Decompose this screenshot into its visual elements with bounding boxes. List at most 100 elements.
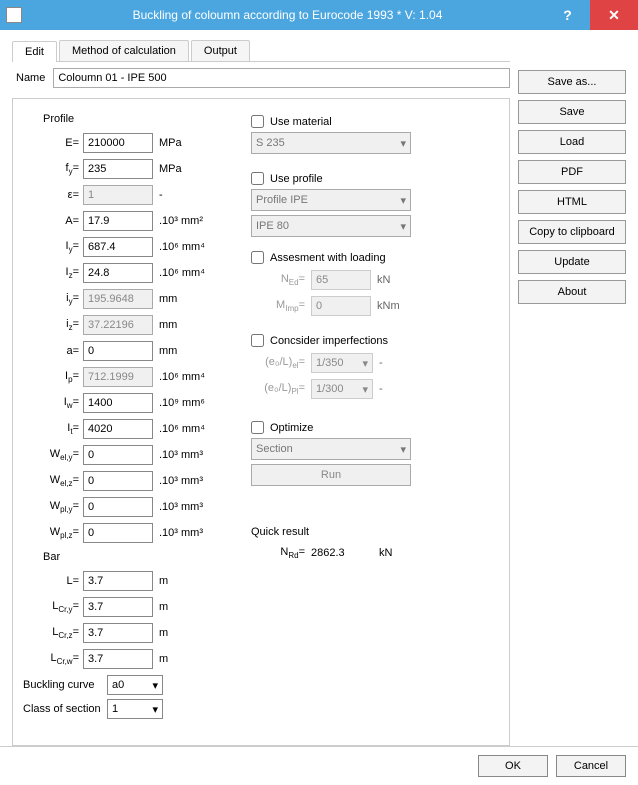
fld-Wplz[interactable] <box>83 523 153 543</box>
unit-Iy: .10⁶ mm⁴ <box>153 241 205 253</box>
unit-Welz: .10³ mm³ <box>153 475 203 487</box>
chk-assessment[interactable] <box>251 251 264 264</box>
unit-Iz: .10⁶ mm⁴ <box>153 267 205 279</box>
about-button[interactable]: About <box>518 280 626 304</box>
lbl-Lcrz: LCr,z= <box>23 626 83 640</box>
lbl-buckling-curve: Buckling curve <box>23 679 107 691</box>
lbl-iy: iy= <box>23 292 83 306</box>
name-label: Name <box>16 72 45 84</box>
chevron-down-icon: ▾ <box>362 357 368 370</box>
close-button[interactable]: ✕ <box>590 0 638 30</box>
fld-Wply[interactable] <box>83 497 153 517</box>
lbl-imperfections: Concsider imperfections <box>270 335 388 347</box>
fld-A[interactable] <box>83 211 153 231</box>
lbl-MImp: MImp= <box>251 299 311 313</box>
pdf-button[interactable]: PDF <box>518 160 626 184</box>
fld-a[interactable] <box>83 341 153 361</box>
unit-eps: - <box>153 189 163 201</box>
lbl-use-profile: Use profile <box>270 173 323 185</box>
fld-MImp[interactable] <box>311 296 371 316</box>
combo-e0Lpl[interactable]: 1/300▾ <box>311 379 373 399</box>
bar-title: Bar <box>43 551 233 563</box>
app-icon <box>6 7 22 23</box>
chevron-down-icon: ▾ <box>400 220 406 233</box>
combo-e0Lel[interactable]: 1/350▾ <box>311 353 373 373</box>
unit-Iw: .10⁹ mm⁶ <box>153 397 205 409</box>
fld-eps <box>83 185 153 205</box>
lbl-Iz: Iz= <box>23 266 83 280</box>
lbl-It: It= <box>23 422 83 436</box>
unit-MImp: kNm <box>371 300 400 312</box>
tab-method[interactable]: Method of calculation <box>59 40 189 61</box>
tab-output[interactable]: Output <box>191 40 250 61</box>
combo-buckling-curve[interactable]: a0▾ <box>107 675 163 695</box>
update-button[interactable]: Update <box>518 250 626 274</box>
copy-clipboard-button[interactable]: Copy to clipboard <box>518 220 626 244</box>
fld-Iy[interactable] <box>83 237 153 257</box>
chevron-down-icon: ▾ <box>400 443 406 456</box>
lbl-E: E= <box>23 137 83 149</box>
lbl-use-material: Use material <box>270 116 332 128</box>
cancel-button[interactable]: Cancel <box>556 755 626 777</box>
chk-use-profile[interactable] <box>251 172 264 185</box>
load-button[interactable]: Load <box>518 130 626 154</box>
lbl-assessment: Assesment with loading <box>270 252 386 264</box>
fld-Welz[interactable] <box>83 471 153 491</box>
unit-NRd: kN <box>371 547 392 559</box>
lbl-Lcrw: LCr,w= <box>23 652 83 666</box>
name-input[interactable] <box>53 68 510 88</box>
help-button[interactable]: ? <box>545 0 590 30</box>
fld-Lcry[interactable] <box>83 597 153 617</box>
profile-title: Profile <box>43 113 233 125</box>
fld-Iz[interactable] <box>83 263 153 283</box>
lbl-L: L= <box>23 575 83 587</box>
fld-L[interactable] <box>83 571 153 591</box>
unit-A: .10³ mm² <box>153 215 203 227</box>
chk-imperfections[interactable] <box>251 334 264 347</box>
window-title: Buckling of coloumn according to Eurocod… <box>30 8 545 22</box>
lbl-e0Lpl: (e₀/L)Pl= <box>251 382 311 396</box>
unit-Ip: .10⁶ mm⁴ <box>153 371 205 383</box>
quick-result-title: Quick result <box>251 526 499 538</box>
combo-material[interactable]: S 235▾ <box>251 132 411 154</box>
combo-optimize[interactable]: Section▾ <box>251 438 411 460</box>
chk-use-material[interactable] <box>251 115 264 128</box>
lbl-a: a= <box>23 345 83 357</box>
fld-NEd[interactable] <box>311 270 371 290</box>
unit-iz: mm <box>153 319 177 331</box>
ok-button[interactable]: OK <box>478 755 548 777</box>
val-NRd: 2862.3 <box>311 547 371 559</box>
unit-E: MPa <box>153 137 182 149</box>
unit-fy: MPa <box>153 163 182 175</box>
unit-Wply: .10³ mm³ <box>153 501 203 513</box>
fld-fy[interactable] <box>83 159 153 179</box>
save-button[interactable]: Save <box>518 100 626 124</box>
unit-Lcrz: m <box>153 627 168 639</box>
save-as-button[interactable]: Save as... <box>518 70 626 94</box>
fld-Iw[interactable] <box>83 393 153 413</box>
chk-optimize[interactable] <box>251 421 264 434</box>
lbl-e0Lel: (e₀/L)el= <box>251 356 311 370</box>
fld-Lcrz[interactable] <box>83 623 153 643</box>
fld-It[interactable] <box>83 419 153 439</box>
html-button[interactable]: HTML <box>518 190 626 214</box>
fld-Ip <box>83 367 153 387</box>
lbl-eps: ε= <box>23 189 83 201</box>
run-button[interactable]: Run <box>251 464 411 486</box>
combo-profile-type[interactable]: Profile IPE▾ <box>251 189 411 211</box>
chevron-down-icon: ▾ <box>400 137 406 150</box>
chevron-down-icon: ▾ <box>400 194 406 207</box>
fld-Lcrw[interactable] <box>83 649 153 669</box>
fld-Wely[interactable] <box>83 445 153 465</box>
lbl-NRd: NRd= <box>271 546 311 560</box>
lbl-Wply: Wpl,y= <box>23 500 83 514</box>
combo-profile-size[interactable]: IPE 80▾ <box>251 215 411 237</box>
lbl-NEd: NEd= <box>251 273 311 287</box>
lbl-Welz: Wel,z= <box>23 474 83 488</box>
lbl-fy: fy= <box>23 162 83 176</box>
tab-edit[interactable]: Edit <box>12 41 57 62</box>
combo-class-of-section[interactable]: 1▾ <box>107 699 163 719</box>
fld-E[interactable] <box>83 133 153 153</box>
titlebar: Buckling of coloumn according to Eurocod… <box>0 0 638 30</box>
lbl-Iy: Iy= <box>23 240 83 254</box>
